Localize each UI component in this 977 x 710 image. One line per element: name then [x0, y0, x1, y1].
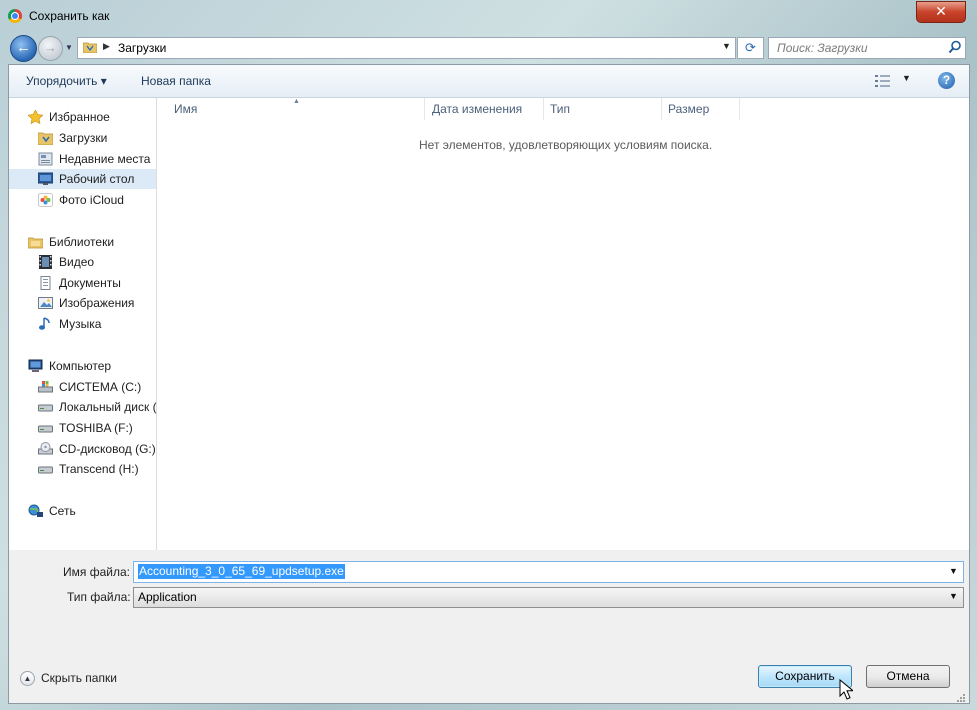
computer-icon [28, 359, 43, 372]
column-header-type[interactable]: Тип [550, 102, 570, 120]
filename-combobox[interactable]: Accounting_3_0_65_69_updsetup.exe ▼ [133, 561, 964, 583]
new-folder-button[interactable]: Новая папка [141, 74, 211, 88]
hide-folders-toggle[interactable]: ▲ Скрыть папки [20, 670, 130, 690]
chevron-up-icon: ▲ [20, 671, 35, 686]
filetype-selected-value: Application [138, 590, 197, 604]
chevron-down-icon[interactable]: ▼ [949, 566, 958, 576]
column-divider[interactable] [661, 98, 662, 120]
dialog-body: Упорядочить ▾ Новая папка ▼ ? Избранное … [8, 64, 970, 704]
sidebar-item-documents[interactable]: Документы [9, 273, 156, 293]
empty-state-message: Нет элементов, удовлетворяющих условиям … [419, 138, 713, 152]
documents-icon [40, 276, 51, 290]
file-list[interactable]: ▲ Имя Дата изменения Тип Размер Нет элем… [157, 98, 969, 550]
mouse-cursor-icon [839, 679, 853, 700]
navigation-pane: Избранное Загрузки Недавние места Рабочи… [9, 98, 157, 550]
address-dropdown-icon[interactable]: ▼ [722, 41, 731, 51]
video-icon [39, 255, 52, 269]
column-divider[interactable] [424, 98, 425, 120]
usb-drive-icon [38, 425, 53, 433]
chrome-icon [8, 9, 22, 23]
close-button[interactable]: ✕ [916, 1, 966, 23]
cd-drive-icon [38, 442, 53, 455]
forward-button[interactable]: → [38, 36, 63, 61]
desktop-icon [38, 172, 53, 185]
sidebar-item-network[interactable]: Сеть [9, 501, 156, 521]
libraries-icon [28, 237, 43, 249]
recent-places-icon [38, 152, 53, 166]
sidebar-item-toshiba[interactable]: TOSHIBA (F:) [9, 418, 156, 438]
sidebar-item-pictures[interactable]: Изображения [9, 293, 156, 313]
refresh-button[interactable]: ⟳ [737, 37, 764, 59]
music-icon [39, 317, 50, 330]
sidebar-item-cd-drive[interactable]: CD-дисковод (G:) [9, 439, 156, 459]
title-bar: Сохранить как ✕ [0, 0, 977, 34]
sidebar-item-downloads[interactable]: Загрузки [9, 128, 156, 148]
icloud-photos-icon [38, 193, 53, 207]
system-drive-icon [38, 381, 53, 393]
view-dropdown-icon[interactable]: ▼ [902, 73, 911, 83]
command-bar: Упорядочить ▾ Новая папка ▼ ? [9, 65, 969, 98]
sidebar-item-desktop[interactable]: Рабочий стол [9, 169, 156, 189]
filename-label: Имя файла: [63, 565, 130, 579]
sidebar-item-recent-places[interactable]: Недавние места [9, 149, 156, 169]
sidebar-item-computer[interactable]: Компьютер [9, 356, 156, 376]
downloads-folder-icon [38, 132, 53, 145]
sort-ascending-icon: ▲ [293, 98, 300, 105]
star-icon [28, 110, 43, 124]
sidebar-item-libraries[interactable]: Библиотеки [9, 232, 156, 252]
local-disk-icon [38, 404, 53, 412]
sidebar-item-local-disk[interactable]: Локальный диск ( [9, 397, 156, 417]
hide-folders-label: Скрыть папки [41, 671, 117, 685]
view-options-icon[interactable] [875, 74, 891, 88]
chevron-down-icon[interactable]: ▼ [949, 591, 958, 601]
breadcrumb-current[interactable]: Загрузки [118, 41, 166, 55]
organize-button[interactable]: Упорядочить ▾ [26, 74, 107, 88]
sidebar-item-system-drive[interactable]: СИСТЕМА (C:) [9, 377, 156, 397]
filename-input-value[interactable]: Accounting_3_0_65_69_updsetup.exe [138, 564, 345, 579]
column-header-name[interactable]: Имя [174, 102, 197, 120]
sidebar-item-video[interactable]: Видео [9, 252, 156, 272]
window-title: Сохранить как [29, 9, 110, 23]
address-bar[interactable]: ▶ Загрузки ▼ [77, 37, 736, 59]
history-dropdown-icon[interactable]: ▼ [65, 43, 74, 52]
filetype-select[interactable]: Application ▼ [133, 587, 964, 608]
help-icon[interactable]: ? [938, 72, 955, 89]
sidebar-item-icloud-photos[interactable]: Фото iCloud [9, 190, 156, 210]
pictures-icon [38, 297, 53, 309]
column-header-date-modified[interactable]: Дата изменения [432, 102, 522, 120]
back-button[interactable]: ← [10, 35, 37, 62]
sidebar-item-transcend[interactable]: Transcend (H:) [9, 459, 156, 479]
breadcrumb-chevron-icon[interactable]: ▶ [103, 41, 110, 52]
resize-grip-icon[interactable] [955, 692, 965, 702]
column-divider[interactable] [543, 98, 544, 120]
search-placeholder: Поиск: Загрузки [777, 41, 868, 55]
column-divider[interactable] [739, 98, 740, 120]
cancel-button[interactable]: Отмена [866, 665, 950, 688]
filetype-label: Тип файла: [67, 590, 131, 604]
search-input[interactable]: Поиск: Загрузки [768, 37, 966, 59]
search-icon[interactable] [948, 40, 962, 54]
usb-drive-icon [38, 466, 53, 474]
column-header-size[interactable]: Размер [668, 102, 709, 120]
folder-icon [83, 42, 97, 53]
sidebar-item-music[interactable]: Музыка [9, 314, 156, 334]
network-icon [28, 504, 43, 517]
sidebar-item-favorites[interactable]: Избранное [9, 107, 156, 127]
save-button[interactable]: Сохранить [758, 665, 852, 688]
